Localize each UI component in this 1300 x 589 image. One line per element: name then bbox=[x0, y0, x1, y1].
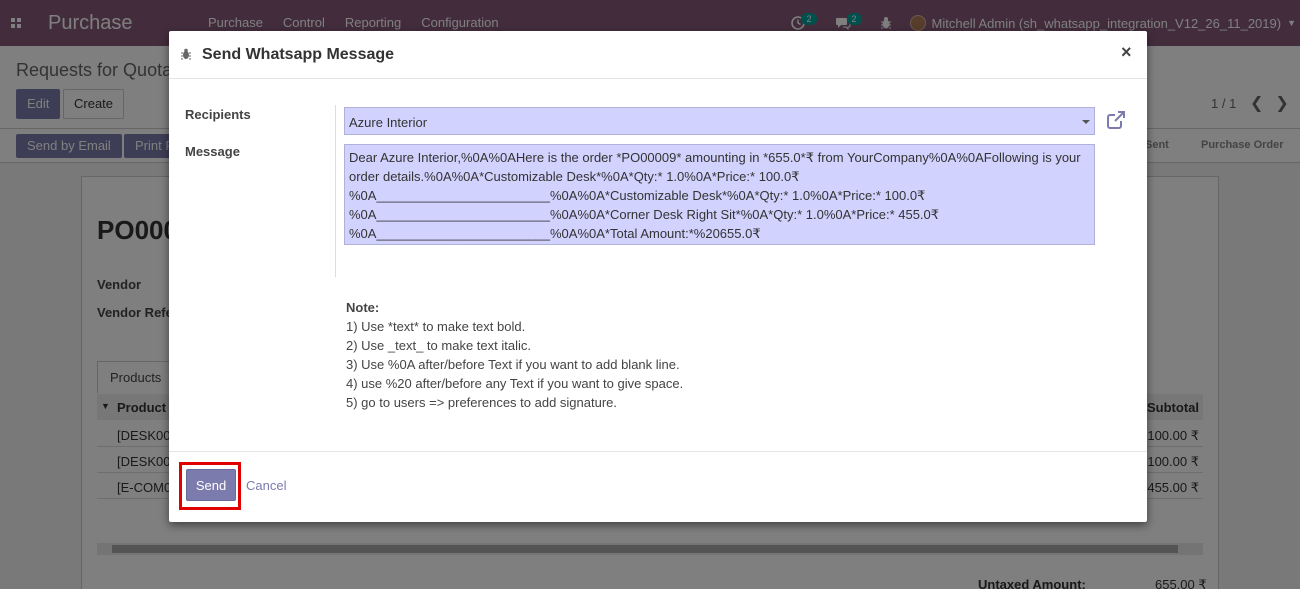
modal-title: Send Whatsapp Message bbox=[202, 46, 395, 63]
send-button[interactable]: Send bbox=[186, 469, 236, 501]
note-line: 5) go to users => preferences to add sig… bbox=[346, 395, 618, 410]
cancel-button[interactable]: Cancel bbox=[246, 478, 286, 493]
recipients-label: Recipients bbox=[185, 107, 251, 122]
message-label: Message bbox=[185, 144, 240, 159]
note-line: 4) use %20 after/before any Text if you … bbox=[346, 376, 684, 391]
modal-footer: Send Cancel bbox=[169, 451, 1147, 522]
modal-header: Send Whatsapp Message × bbox=[169, 31, 1147, 79]
send-whatsapp-dialog: Send Whatsapp Message × Recipients Messa… bbox=[169, 31, 1147, 522]
message-textarea[interactable]: Dear Azure Interior,%0A%0AHere is the or… bbox=[344, 144, 1095, 245]
dropdown-caret-icon[interactable] bbox=[1082, 120, 1090, 124]
label-divider bbox=[335, 105, 336, 277]
note-line: 2) Use _text_ to make text italic. bbox=[346, 338, 531, 353]
note-line: 1) Use *text* to make text bold. bbox=[346, 319, 526, 334]
note-line: 3) Use %0A after/before Text if you want… bbox=[346, 357, 680, 372]
external-link-icon[interactable] bbox=[1105, 109, 1127, 131]
recipients-field[interactable]: Azure Interior bbox=[344, 107, 1095, 135]
bug-icon bbox=[181, 48, 191, 60]
recipients-value: Azure Interior bbox=[349, 115, 428, 130]
close-icon[interactable]: × bbox=[1121, 42, 1132, 63]
note-title: Note: bbox=[346, 300, 380, 315]
